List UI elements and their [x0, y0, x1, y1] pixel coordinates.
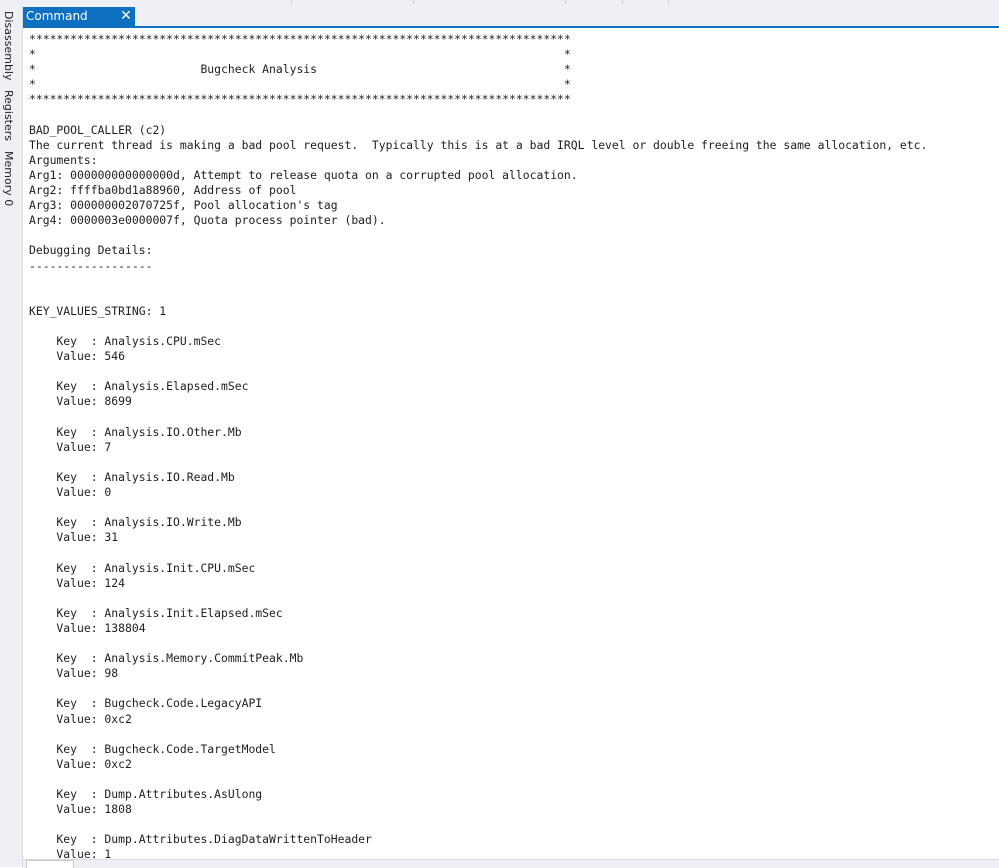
output-line: ------------------ [29, 258, 153, 273]
side-tab-strip: Disassembly Registers Memory 0 [0, 7, 23, 867]
output-line: Debugging Details: [29, 243, 153, 258]
output-line: Key : Analysis.IO.Write.Mb [29, 515, 242, 530]
output-line: * Bugcheck Analysis * [29, 62, 571, 77]
panel-separator [668, 0, 669, 4]
tab-disassembly[interactable]: Disassembly [2, 11, 15, 87]
output-line: Key : Analysis.Init.Elapsed.mSec [29, 605, 283, 620]
output-line: Key : Analysis.Memory.CommitPeak.Mb [29, 651, 304, 666]
output-line: Value: 0xc2 [29, 711, 132, 726]
output-line: Value: 31 [29, 530, 119, 545]
panel-separator [413, 0, 414, 4]
panel-separator [622, 0, 623, 4]
output-line: Key : Analysis.Init.CPU.mSec [29, 560, 256, 575]
output-line: Value: 98 [29, 666, 119, 681]
panel-separator [565, 0, 566, 4]
output-line: Value: 0xc2 [29, 756, 132, 771]
output-line: Key : Analysis.IO.Other.Mb [29, 424, 242, 439]
output-line: Value: 124 [29, 575, 126, 590]
output-line: Value: 7 [29, 439, 112, 454]
tab-registers[interactable]: Registers [2, 90, 15, 147]
tab-command-label: Command [26, 9, 88, 23]
output-line: Arguments: [29, 152, 98, 167]
output-line: Value: 1 [29, 847, 112, 859]
output-line: ****************************************… [29, 92, 571, 107]
output-line: Key : Bugcheck.Code.TargetModel [29, 741, 276, 756]
command-output[interactable]: ****************************************… [23, 28, 999, 859]
output-line: Arg1: 000000000000000d, Attempt to relea… [29, 167, 578, 182]
output-line: Value: 138804 [29, 620, 146, 635]
output-line: KEY_VALUES_STRING: 1 [29, 303, 167, 318]
output-line: Value: 8699 [29, 394, 132, 409]
tab-memory-0[interactable]: Memory 0 [2, 151, 15, 212]
output-line: Arg3: 000000002070725f, Pool allocation'… [29, 198, 338, 213]
output-line: Key : Dump.Attributes.DiagDataWrittenToH… [29, 832, 372, 847]
output-line: Arg4: 0000003e0000007f, Quota process po… [29, 213, 386, 228]
output-line: Key : Bugcheck.Code.LegacyAPI [29, 696, 263, 711]
output-line: Value: 0 [29, 485, 112, 499]
output-line: Value: 546 [29, 349, 126, 364]
output-line: Value: 1808 [29, 802, 132, 817]
output-line: Key : Dump.Attributes.AsUlong [29, 787, 263, 801]
output-line: The current thread is making a bad pool … [29, 137, 928, 152]
document-tab-bar: Command ✕ [23, 7, 999, 26]
output-line: * * [29, 77, 571, 92]
output-line: Key : Analysis.IO.Read.Mb [29, 469, 235, 484]
output-line: Arg2: ffffba0bd1a88960, Address of pool [29, 183, 297, 197]
output-line: * * [29, 47, 571, 62]
output-line: Key : Analysis.Elapsed.mSec [29, 379, 249, 394]
output-line: ****************************************… [29, 32, 571, 46]
tab-command[interactable]: Command ✕ [23, 7, 135, 26]
output-line: BAD_POOL_CALLER (c2) [29, 122, 167, 137]
output-line: Key : Analysis.CPU.mSec [29, 334, 222, 348]
panel-separator [291, 0, 292, 4]
close-icon[interactable]: ✕ [118, 8, 134, 24]
